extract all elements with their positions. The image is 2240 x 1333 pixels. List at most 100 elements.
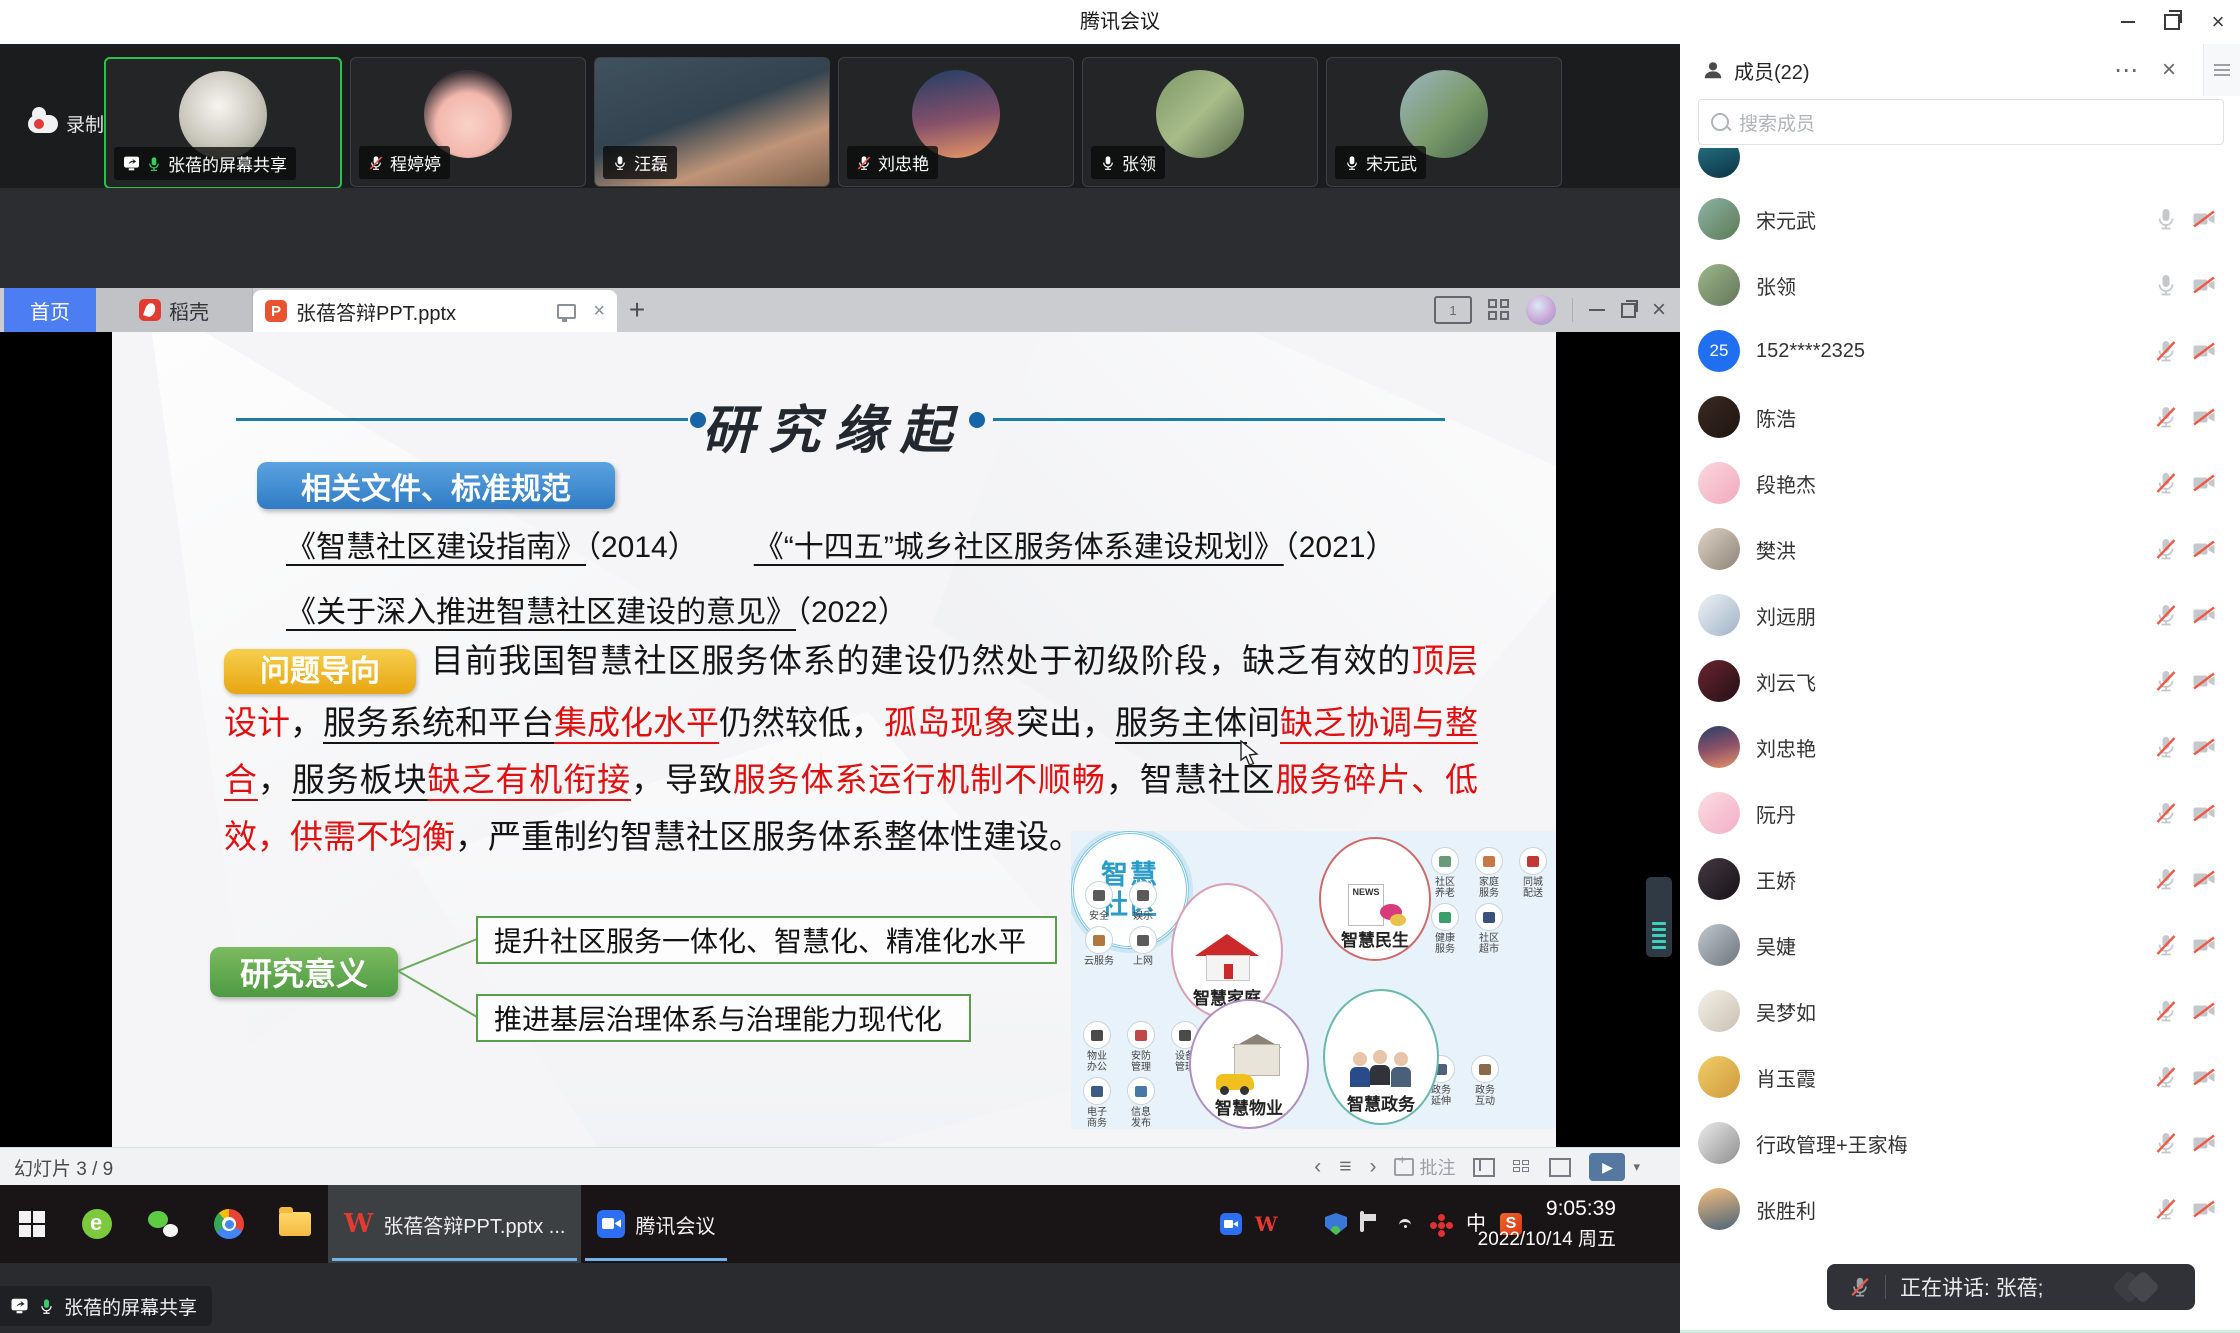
member-row[interactable]: 阮丹	[1680, 780, 2240, 846]
taskbar-wechat[interactable]	[130, 1185, 196, 1263]
reading-view-icon[interactable]	[1549, 1158, 1571, 1177]
tray-antivirus-icon[interactable]	[1430, 1213, 1452, 1235]
member-camera-icon[interactable]	[2192, 405, 2216, 429]
tray-meeting-icon[interactable]	[1220, 1213, 1242, 1235]
video-tile[interactable]: 汪磊	[594, 57, 830, 187]
member-mic-icon[interactable]	[2154, 339, 2178, 363]
member-row[interactable]: 肖玉霞	[1680, 1044, 2240, 1110]
new-tab-button[interactable]: +	[617, 288, 657, 332]
member-mic-icon[interactable]	[2154, 537, 2178, 561]
member-camera-icon[interactable]	[2192, 537, 2216, 561]
taskbar-360-browser[interactable]	[64, 1185, 130, 1263]
slide-list-button[interactable]: ≡	[1339, 1155, 1351, 1179]
member-mic-icon[interactable]	[2154, 867, 2178, 891]
minimize-button[interactable]	[2108, 6, 2148, 38]
next-slide-button[interactable]: ›	[1369, 1155, 1376, 1179]
text-segment: ，	[290, 704, 323, 741]
member-row[interactable]: 樊洪	[1680, 516, 2240, 582]
tab-home[interactable]: 首页	[4, 288, 96, 332]
taskbar-meeting-window[interactable]: 腾讯会议	[581, 1185, 731, 1263]
member-mic-icon[interactable]	[2154, 1131, 2178, 1155]
video-tile[interactable]: 张领	[1082, 57, 1318, 187]
avatar	[1698, 462, 1740, 504]
member-row[interactable]: 张领	[1680, 252, 2240, 318]
play-slideshow-button[interactable]: ▶	[1589, 1153, 1625, 1181]
member-list[interactable]: 宋元武 张领	[1680, 148, 2240, 1264]
member-mic-icon[interactable]	[2154, 801, 2178, 825]
panel-close-icon[interactable]: ×	[2162, 56, 2176, 84]
taskbar-wps-window[interactable]: W 张蓓答辩PPT.pptx ...	[328, 1185, 581, 1263]
maximize-button[interactable]	[2152, 6, 2192, 38]
close-tab-icon[interactable]: ×	[593, 300, 605, 323]
member-row[interactable]: 吴婕	[1680, 912, 2240, 978]
member-row[interactable]: 行政管理+王家梅	[1680, 1110, 2240, 1176]
member-camera-icon[interactable]	[2192, 1131, 2216, 1155]
panel-menu-rail[interactable]	[2203, 44, 2240, 96]
video-tile[interactable]: 刘忠艳	[838, 57, 1074, 187]
wps-account-avatar[interactable]	[1526, 295, 1556, 325]
tab-document[interactable]: P 张蓓答辩PPT.pptx ×	[253, 290, 617, 332]
member-camera-icon[interactable]	[2192, 603, 2216, 627]
member-camera-icon[interactable]	[2192, 471, 2216, 495]
tab-docer[interactable]: 稻壳	[96, 288, 253, 332]
member-camera-icon[interactable]	[2192, 867, 2216, 891]
member-camera-icon[interactable]	[2192, 735, 2216, 759]
member-camera-icon[interactable]	[2192, 801, 2216, 825]
wps-close-button[interactable]: ×	[1652, 300, 1666, 320]
annotate-button[interactable]: 批注	[1394, 1154, 1455, 1180]
taskbar-clock[interactable]: 9:05:39 2022/10/14 周五	[1478, 1185, 1616, 1263]
member-row[interactable]: 吴梦如	[1680, 978, 2240, 1044]
member-mic-icon[interactable]	[2154, 207, 2178, 231]
member-camera-icon[interactable]	[2192, 1065, 2216, 1089]
member-camera-icon[interactable]	[2192, 933, 2216, 957]
member-mic-icon[interactable]	[2154, 603, 2178, 627]
grid-view-icon[interactable]	[1488, 299, 1510, 321]
prev-slide-button[interactable]: ‹	[1314, 1155, 1321, 1179]
start-button[interactable]	[0, 1185, 64, 1263]
member-row[interactable]: 王娇	[1680, 846, 2240, 912]
taskbar-chrome[interactable]	[196, 1185, 262, 1263]
member-row[interactable]: 刘远朋	[1680, 582, 2240, 648]
member-mic-icon[interactable]	[2154, 1065, 2178, 1089]
member-camera-icon[interactable]	[2192, 999, 2216, 1023]
member-camera-icon[interactable]	[2192, 339, 2216, 363]
member-mic-icon[interactable]	[2154, 471, 2178, 495]
tray-wifi-icon[interactable]	[1395, 1213, 1417, 1235]
more-options-icon[interactable]: ⋯	[2114, 56, 2140, 85]
close-button[interactable]: ×	[2198, 6, 2238, 38]
taskbar-explorer[interactable]	[262, 1185, 328, 1263]
member-row[interactable]: 段艳杰	[1680, 450, 2240, 516]
member-mic-icon[interactable]	[2154, 999, 2178, 1023]
tray-volume-icon[interactable]	[1290, 1213, 1312, 1235]
tray-battery-icon[interactable]	[1360, 1213, 1382, 1235]
member-mic-icon[interactable]	[2154, 273, 2178, 297]
tray-security-icon[interactable]	[1325, 1213, 1347, 1235]
video-tile[interactable]: 宋元武	[1326, 57, 1562, 187]
member-search-input[interactable]: 搜索成员	[1698, 99, 2224, 145]
member-row[interactable]: 陈浩	[1680, 384, 2240, 450]
member-mic-icon[interactable]	[2154, 933, 2178, 957]
wps-minimize-button[interactable]	[1589, 309, 1605, 311]
member-mic-icon[interactable]	[2154, 669, 2178, 693]
wps-restore-button[interactable]	[1621, 303, 1636, 318]
play-options-caret[interactable]: ▾	[1633, 1159, 1640, 1175]
member-name: 张领	[1756, 271, 2154, 300]
member-camera-icon[interactable]	[2192, 207, 2216, 231]
member-row[interactable]: 25 152****2325	[1680, 318, 2240, 384]
member-camera-icon[interactable]	[2192, 669, 2216, 693]
tray-wps-icon[interactable]: W	[1255, 1213, 1277, 1235]
video-tile[interactable]: 程婷婷	[350, 57, 586, 187]
grid-layout-icon[interactable]	[1513, 1160, 1531, 1175]
split-view-icon[interactable]	[1473, 1158, 1495, 1177]
member-mic-icon[interactable]	[2154, 1197, 2178, 1221]
single-page-view-icon[interactable]: 1	[1434, 296, 1472, 324]
member-row[interactable]: 宋元武	[1680, 186, 2240, 252]
member-row[interactable]: 刘忠艳	[1680, 714, 2240, 780]
video-tile[interactable]: 张蓓的屏幕共享	[104, 57, 342, 189]
member-row[interactable]: 刘云飞	[1680, 648, 2240, 714]
member-row[interactable]: 张胜利	[1680, 1176, 2240, 1242]
member-mic-icon[interactable]	[2154, 405, 2178, 429]
member-camera-icon[interactable]	[2192, 273, 2216, 297]
member-camera-icon[interactable]	[2192, 1197, 2216, 1221]
member-mic-icon[interactable]	[2154, 735, 2178, 759]
